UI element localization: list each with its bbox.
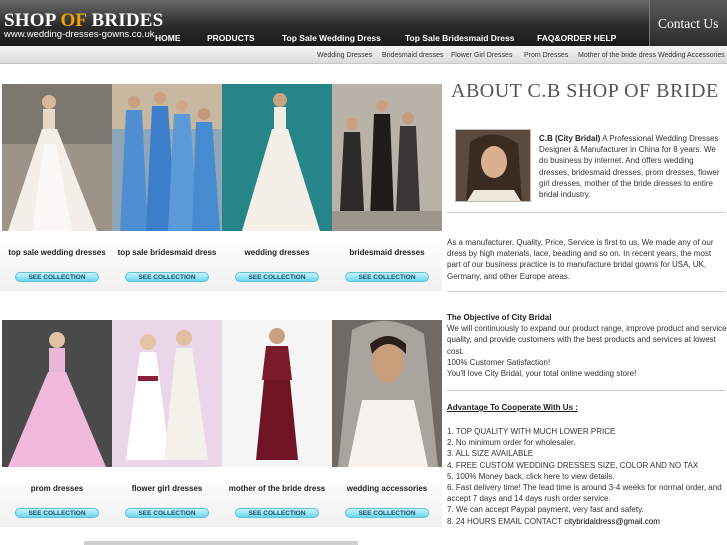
advantage-list: 1. TOP QUALITY WITH MUCH LOWER PRICE 2. … <box>447 426 727 527</box>
subnav-prom-dresses[interactable]: Prom Dresses <box>524 52 568 59</box>
page: SHOP OF BRIDES www.wedding-dresses-gowns… <box>0 0 727 545</box>
bridesmaids-black-image <box>332 84 442 231</box>
logo-text-2: OF <box>60 10 87 31</box>
intro-company-name: C.B (City Bridal) <box>539 134 601 143</box>
nav-products[interactable]: PRODUCTS <box>207 33 255 43</box>
divider <box>447 212 725 213</box>
advantage-item: 3. ALL SIZE AVAILABLE <box>447 449 534 459</box>
subnav-flower-girl-dresses[interactable]: Flower Girl Dresses <box>451 52 512 59</box>
objective-text: We will continuously to expand our produ… <box>447 324 727 356</box>
caption-top-sale-wedding: top sale wedding dresses <box>8 248 106 257</box>
logo-url: www.wedding-dresses-gowns.co.uk <box>4 29 155 40</box>
bride-portrait-image <box>455 129 531 202</box>
footer-links-cutoff <box>84 541 358 545</box>
photo-prom-dresses[interactable] <box>2 320 112 467</box>
advantage-item: 1. TOP QUALITY WITH MUCH LOWER PRICE <box>447 427 616 436</box>
email-link[interactable]: citybridaldress@gmail.com <box>564 517 660 526</box>
header-bar: SHOP OF BRIDES www.wedding-dresses-gowns… <box>0 0 727 46</box>
email-prefix: 8. 24 HOURS EMAIL CONTACT <box>447 516 565 526</box>
caption-bridesmaid-dresses: bridesmaid dresses <box>349 248 425 257</box>
bride-teal-background-image <box>222 84 332 231</box>
objective-tagline: You'll love City Bridal, your total onli… <box>447 369 637 379</box>
nav-faq-order-help[interactable]: FAQ&ORDER HELP <box>537 33 616 43</box>
see-collection-button[interactable]: SEE COLLECTION <box>345 508 429 518</box>
caption-wedding-accessories: wedding accessories <box>346 484 428 493</box>
flower-girls-image <box>112 320 222 467</box>
contact-us-label: Contact Us <box>658 16 719 31</box>
about-title: ABOUT C.B SHOP OF BRIDE <box>451 80 719 102</box>
caption-mother-of-bride: mother of the bride dress <box>228 484 326 493</box>
photo-mother-of-bride[interactable] <box>222 320 332 467</box>
advantage-title: Advantage To Cooperate With Us : <box>447 403 578 412</box>
see-collection-button[interactable]: SEE COLLECTION <box>15 508 99 518</box>
nav-top-sale-wedding-dress[interactable]: Top Sale Wedding Dress <box>282 33 381 43</box>
subnav-mother-of-bride[interactable]: Mother of the bride dress <box>578 52 656 59</box>
objective-satisfaction: 100% Customer Satisfaction! <box>447 357 551 367</box>
intro-text: C.B (City Bridal) A Professional Wedding… <box>539 133 725 200</box>
row2-caption-band <box>0 473 442 527</box>
see-collection-button[interactable]: SEE COLLECTION <box>345 272 429 282</box>
see-collection-button[interactable]: SEE COLLECTION <box>235 508 319 518</box>
see-collection-button[interactable]: SEE COLLECTION <box>235 272 319 282</box>
caption-flower-girl: flower girl dresses <box>131 484 203 493</box>
advantage-item-email: 8. 24 HOURS EMAIL CONTACT citybridaldres… <box>447 516 727 527</box>
subnav-bridesmaid-dresses[interactable]: Bridesmaid dresses <box>382 52 443 59</box>
bride-white-gown-image <box>2 84 112 231</box>
photo-bridesmaid-dresses[interactable] <box>332 84 442 231</box>
subnav-wedding-accessories[interactable]: Wedding Accessories <box>658 52 725 59</box>
nav-top-sale-bridesmaid-dress[interactable]: Top Sale Bridesmaid Dress <box>405 33 514 43</box>
bridesmaids-blue-image <box>112 84 222 231</box>
photo-flower-girl[interactable] <box>112 320 222 467</box>
photo-wedding-dresses[interactable] <box>222 84 332 231</box>
objective-title: The Objective of City Bridal <box>447 313 552 322</box>
divider <box>447 291 725 292</box>
portrait-photo <box>456 130 530 201</box>
photo-top-sale-wedding[interactable] <box>2 84 112 231</box>
logo-text-1: SHOP <box>4 10 61 31</box>
nav-home[interactable]: HOME <box>155 33 181 43</box>
objective-section: The Objective of City Bridal We will con… <box>447 312 727 379</box>
advantage-item: 4. FREE CUSTOM WEDDING DRESSES SIZE, COL… <box>447 460 699 470</box>
mother-burgundy-dress-image <box>222 320 332 467</box>
see-collection-button[interactable]: SEE COLLECTION <box>125 272 209 282</box>
caption-prom-dresses: prom dresses <box>30 484 84 493</box>
advantage-item: 7. We can accept Paypal payment, very fa… <box>447 505 644 515</box>
manufacturer-paragraph: As a manufacturer, Quality, Price, Servi… <box>447 238 714 281</box>
intro-description: A Professional Wedding Dresses Designer … <box>539 134 720 200</box>
contact-us-button[interactable]: Contact Us <box>649 0 727 46</box>
subnav-wedding-dresses[interactable]: Wedding Dresses <box>317 52 372 59</box>
sub-navigation: Wedding Dresses Bridesmaid dresses Flowe… <box>0 46 727 64</box>
advantage-item: 2. No minimum order for wholesaler. <box>447 438 576 448</box>
see-collection-button[interactable]: SEE COLLECTION <box>15 272 99 282</box>
photo-top-sale-bridesmaid[interactable] <box>112 84 222 231</box>
logo-text-3: BRIDES <box>86 10 164 31</box>
caption-wedding-dresses: wedding dresses <box>244 248 310 257</box>
see-collection-button[interactable]: SEE COLLECTION <box>125 508 209 518</box>
advantage-item: 6. Fast delivery time! The lead time is … <box>447 483 722 504</box>
photo-wedding-accessories[interactable] <box>332 320 442 467</box>
advantage-item[interactable]: 5. 100% Money back, click here to view d… <box>447 471 727 482</box>
bride-veil-portrait-image <box>332 320 442 467</box>
divider <box>447 390 725 391</box>
row1-caption-band <box>0 237 442 291</box>
caption-top-sale-bridesmaid: top sale bridesmaid dress <box>117 248 217 257</box>
prom-pink-gown-image <box>2 320 112 467</box>
